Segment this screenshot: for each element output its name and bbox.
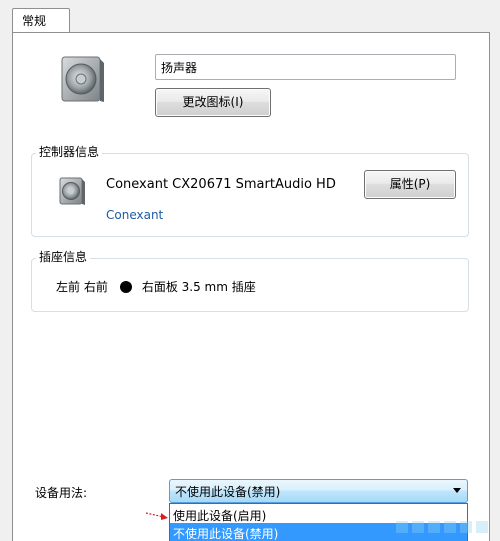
- annotation-arrow-icon: [145, 512, 168, 520]
- jack-info-row: 左前 右前 右面板 3.5 mm 插座: [56, 278, 256, 295]
- jack-description: 右面板 3.5 mm 插座: [141, 280, 256, 294]
- device-name-input[interactable]: 扬声器: [155, 54, 456, 80]
- watermark-logo-icon: [396, 521, 488, 533]
- speaker-icon: [59, 177, 85, 205]
- jack-position: 左前 右前: [56, 280, 108, 294]
- controller-info-title: 控制器信息: [36, 145, 103, 159]
- speaker-icon: [61, 56, 104, 102]
- vendor-link[interactable]: Conexant: [106, 208, 163, 222]
- jack-info-title: 插座信息: [36, 250, 91, 264]
- change-icon-button[interactable]: 更改图标(I): [155, 88, 271, 117]
- device-usage-label: 设备用法:: [35, 486, 88, 500]
- jack-color-dot: [119, 280, 132, 293]
- chevron-down-icon: [453, 488, 461, 493]
- device-usage-selected: 不使用此设备(禁用): [175, 485, 281, 499]
- device-usage-select[interactable]: 不使用此设备(禁用): [169, 479, 468, 503]
- controller-device-name: Conexant CX20671 SmartAudio HD: [106, 177, 336, 192]
- tab-general[interactable]: 常规: [12, 8, 70, 33]
- tab-strip: 常规: [0, 0, 500, 33]
- properties-button[interactable]: 属性(P): [364, 170, 456, 199]
